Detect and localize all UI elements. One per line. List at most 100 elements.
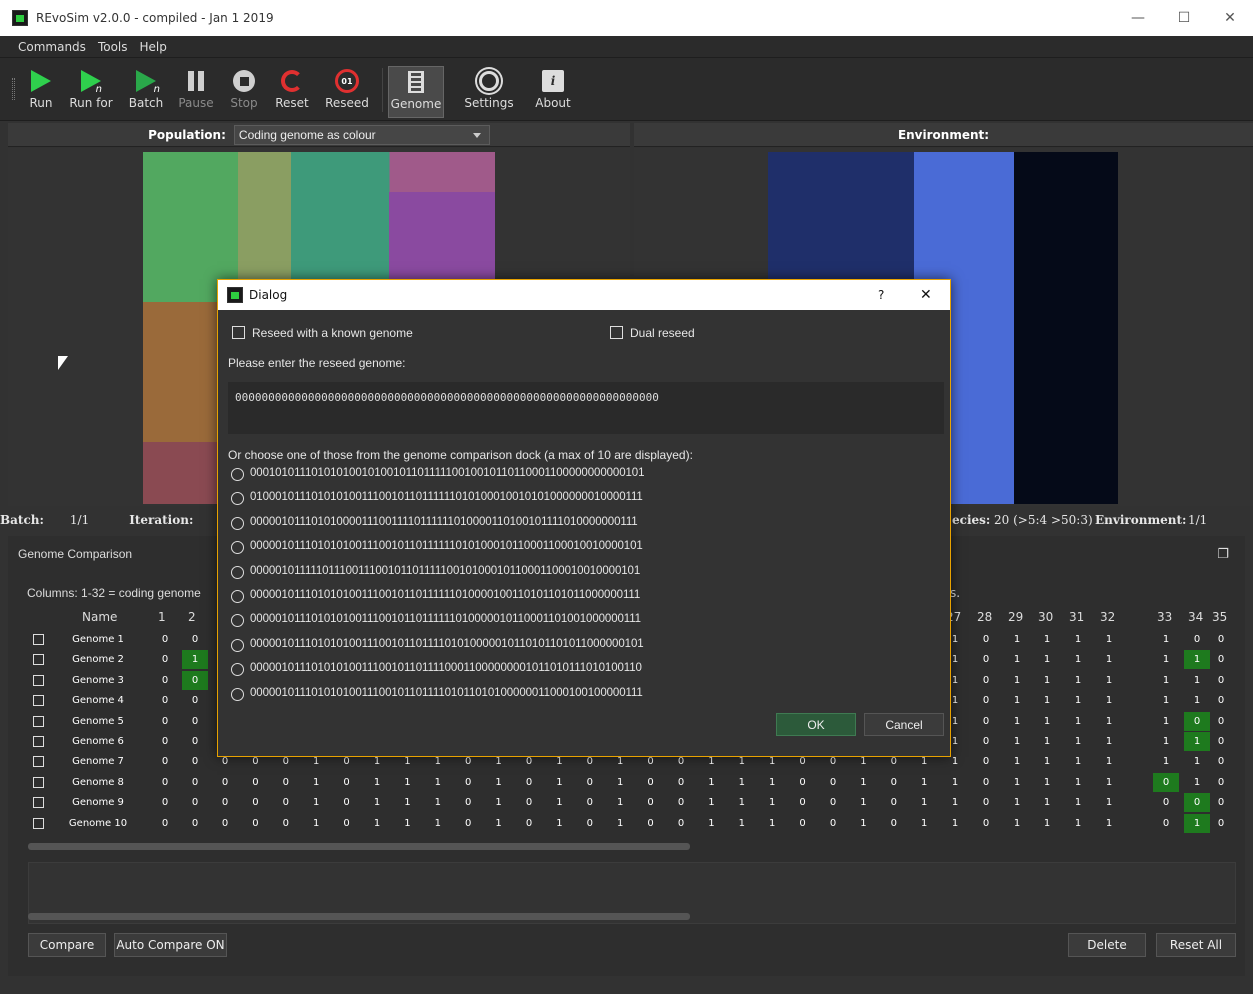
row-checkbox[interactable] [33, 634, 44, 645]
genome-cell: 0 [1217, 695, 1225, 707]
genome-cell: 0 [799, 776, 806, 788]
genome-option-radio[interactable] [231, 565, 244, 579]
window-title: REvoSim v2.0.0 - compiled - Jan 1 2019 [36, 11, 274, 25]
auto-compare-button[interactable]: Auto Compare ON [114, 933, 227, 957]
genome-option-label[interactable]: 0001010111010101001010010110111110010010… [250, 467, 645, 479]
table-row: Genome 8 0 0 0 0 0 1 0 1 1 1 0 1 0 1 0 1 0 0 1 1 1 0 0 1 0 1 1 0 1 1 1 1… [28, 772, 1248, 792]
genome-name: Genome 6 [72, 736, 124, 747]
dialog-close-button[interactable]: ✕ [920, 287, 932, 303]
genome-cell: 1 [860, 797, 867, 809]
genome-cell: 1 [373, 817, 381, 829]
genome-cell: 1 [617, 776, 624, 788]
table-scrollbar[interactable] [28, 843, 690, 850]
row-checkbox[interactable] [33, 715, 44, 727]
genome-button[interactable]: Genome [388, 66, 444, 118]
maximize-button[interactable]: ☐ [1161, 0, 1207, 36]
genome-cell: 1 [404, 797, 411, 809]
reseed-button[interactable]: 01 Reseed [322, 66, 372, 118]
genome-option-radio[interactable] [231, 614, 244, 628]
genome-cell: 1 [1162, 756, 1170, 768]
row-checkbox[interactable] [33, 776, 44, 788]
genome-option-label[interactable]: 0000010111010101001110010110111101010000… [250, 638, 644, 650]
genome-cell: 0 [161, 695, 169, 707]
genome-cell: 1 [1043, 695, 1051, 707]
row-checkbox[interactable] [33, 817, 44, 829]
row-checkbox[interactable] [33, 674, 44, 686]
reset-icon [272, 66, 312, 96]
menu-commands[interactable]: Commands [12, 40, 92, 54]
genome-cell: 0 [586, 776, 593, 788]
menu-help[interactable]: Help [134, 40, 173, 54]
ok-button[interactable]: OK [776, 713, 856, 736]
column-header: 29 [1008, 610, 1024, 624]
reset-button[interactable]: Reset [272, 66, 312, 118]
genome-cell: 0 [252, 776, 259, 788]
pause-button[interactable]: Pause [176, 66, 216, 118]
close-button[interactable]: ✕ [1207, 0, 1253, 36]
help-button[interactable]: ? [878, 288, 884, 302]
settings-button[interactable]: Settings [460, 66, 518, 118]
genome-cell: 0 [677, 817, 685, 829]
compare-button[interactable]: Compare [28, 933, 106, 957]
genome-option-label[interactable]: 0000010111010101001110010110111111010000… [250, 613, 641, 625]
play-icon [31, 70, 51, 92]
dialog-app-icon [227, 287, 243, 303]
about-button[interactable]: i About [530, 66, 576, 118]
genome-cell: 0 [586, 817, 593, 829]
genome-cell: 0 [982, 674, 990, 686]
stop-button[interactable]: Stop [226, 66, 262, 118]
genome-option-label[interactable]: 0000010111010101001110010110111100011000… [250, 662, 642, 674]
run-button[interactable]: Run [24, 66, 58, 118]
genome-cell: 1 [1162, 634, 1170, 645]
genome-cell: 1 [1184, 732, 1210, 751]
cancel-button[interactable]: Cancel [864, 713, 944, 736]
genome-option-label[interactable]: 0000010111010101001110010110111101011010… [250, 687, 643, 699]
genome-option-radio[interactable] [231, 541, 244, 555]
genome-cell: 1 [1013, 695, 1021, 707]
run-for-button[interactable]: n Run for [66, 66, 116, 118]
output-scrollbar[interactable] [28, 913, 690, 920]
toolbar-grip[interactable] [12, 78, 15, 100]
genome-option-label[interactable]: 0000010111010100001110011110111111010000… [250, 516, 638, 528]
genome-cell: 0 [1217, 715, 1225, 727]
genome-cell: 0 [191, 776, 199, 788]
genome-cell: 0 [1217, 797, 1225, 809]
dual-reseed-checkbox[interactable] [610, 326, 623, 339]
delete-button[interactable]: Delete [1068, 933, 1146, 957]
minimize-button[interactable]: — [1115, 0, 1161, 36]
row-checkbox[interactable] [33, 695, 44, 707]
row-checkbox[interactable] [33, 654, 44, 666]
genome-cell: 1 [1043, 817, 1051, 829]
genome-cell: 0 [191, 756, 199, 768]
row-checkbox[interactable] [33, 797, 44, 809]
genome-cell: 0 [191, 736, 199, 747]
reset-all-button[interactable]: Reset All [1156, 933, 1236, 957]
genome-option-label[interactable]: 0000010111010101001110010110111111010000… [250, 589, 640, 601]
genome-option-radio[interactable] [231, 590, 244, 603]
row-checkbox[interactable] [33, 756, 44, 768]
genome-input[interactable]: 0000000000000000000000000000000000000000… [228, 382, 944, 434]
genome-option-radio[interactable] [231, 468, 244, 481]
genome-option-radio[interactable] [231, 638, 244, 652]
genome-option-label[interactable]: 0000010111110111001110010110111110010100… [250, 565, 640, 577]
population-mode-select[interactable]: Coding genome as colour [233, 124, 490, 145]
genome-cell: 0 [890, 797, 897, 809]
known-genome-checkbox[interactable] [232, 326, 245, 339]
batch-label: Batch [128, 96, 164, 110]
genome-cell: 1 [1013, 736, 1021, 747]
genome-option-radio[interactable] [231, 492, 244, 506]
genome-name: Genome 7 [72, 756, 124, 768]
genome-option-label[interactable]: 0000010111010101001110010110111111010100… [250, 540, 643, 552]
genome-option-label[interactable]: 0100010111010101001110010110111111010100… [250, 491, 643, 503]
genome-cell: 0 [799, 797, 806, 809]
genome-option-radio[interactable] [231, 687, 244, 701]
undock-icon[interactable]: ❐ [1217, 546, 1229, 562]
genome-cell: 1 [1105, 674, 1113, 686]
row-checkbox[interactable] [33, 736, 44, 747]
column-header: 35 [1212, 610, 1228, 624]
genome-option-radio[interactable] [231, 663, 244, 677]
genome-cell: 1 [404, 776, 411, 788]
menu-tools[interactable]: Tools [92, 40, 134, 54]
batch-button[interactable]: n Batch [126, 66, 166, 118]
genome-option-radio[interactable] [231, 516, 244, 530]
